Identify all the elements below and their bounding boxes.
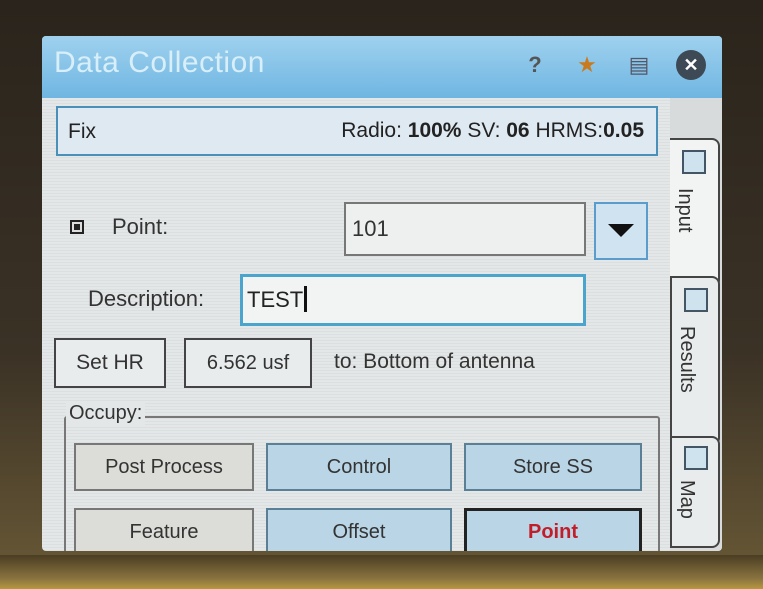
post-process-button[interactable]: Post Process — [74, 443, 254, 491]
hrms-label: HRMS: — [535, 119, 604, 142]
point-input[interactable]: 101 — [344, 202, 586, 256]
tab-map-label: Map — [676, 480, 698, 519]
main-content: Fix Radio: 100% SV: 06 HRMS:0.05 Point: … — [42, 98, 662, 551]
close-icon[interactable]: ✕ — [676, 50, 706, 80]
description-text: TEST — [247, 287, 304, 312]
receiver-status: Radio: 100% SV: 06 HRMS:0.05 — [341, 119, 644, 143]
map-icon — [684, 446, 708, 470]
antenna-reference-label: to: Bottom of antenna — [334, 350, 535, 373]
point-indicator-icon — [70, 220, 84, 234]
results-icon — [684, 288, 708, 312]
radio-label: Radio: — [341, 119, 402, 142]
window-title: Data Collection — [54, 46, 265, 79]
tab-results[interactable]: Results — [670, 276, 720, 446]
screen: Data Collection ? ★ ▤ ✕ Fix Radio: 100% … — [42, 36, 722, 551]
occupy-label: Occupy: — [66, 402, 146, 425]
sv-label: SV: — [467, 119, 501, 142]
sv-value: 06 — [506, 119, 530, 142]
device-bezel: Data Collection ? ★ ▤ ✕ Fix Radio: 100% … — [0, 0, 763, 589]
hrms-value: 0.05 — [603, 119, 644, 142]
title-bar: Data Collection ? ★ ▤ ✕ — [42, 36, 722, 98]
description-value: TEST — [247, 286, 308, 313]
offset-button[interactable]: Offset — [266, 508, 452, 551]
tab-results-label: Results — [676, 326, 698, 393]
radio-value: 100% — [407, 119, 462, 142]
description-label: Description: — [88, 286, 205, 311]
fix-status: Fix — [68, 120, 96, 143]
point-label: Point: — [112, 214, 169, 239]
feature-button[interactable]: Feature — [74, 508, 254, 551]
star-icon[interactable]: ★ — [572, 50, 602, 80]
store-ss-button[interactable]: Store SS — [464, 443, 642, 491]
tab-input[interactable]: Input — [670, 138, 720, 288]
tab-input-label: Input — [674, 188, 696, 233]
help-icon[interactable]: ? — [520, 50, 550, 80]
antenna-height-field[interactable]: 6.562 usf — [184, 338, 312, 388]
text-caret — [304, 286, 308, 312]
input-icon — [682, 150, 706, 174]
device-bezel-bottom — [0, 555, 763, 589]
pages-icon[interactable]: ▤ — [624, 50, 654, 80]
point-value: 101 — [352, 216, 389, 241]
point-dropdown-button[interactable] — [594, 202, 648, 260]
gps-status-bar[interactable]: Fix Radio: 100% SV: 06 HRMS:0.05 — [56, 106, 658, 156]
tab-map[interactable]: Map — [670, 436, 720, 548]
description-input[interactable]: TEST — [240, 274, 586, 326]
set-hr-button[interactable]: Set HR — [54, 338, 166, 388]
point-button[interactable]: Point — [464, 508, 642, 551]
side-tabs: Input Results Map — [670, 98, 722, 551]
control-button[interactable]: Control — [266, 443, 452, 491]
